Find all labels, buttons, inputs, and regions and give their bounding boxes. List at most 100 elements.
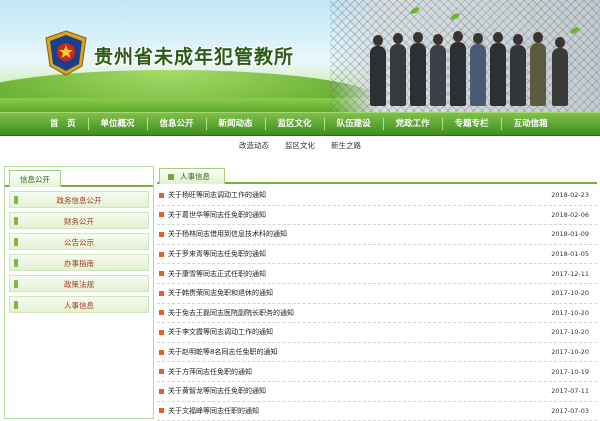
nav-item-info-public[interactable]: 信息公开 bbox=[148, 112, 206, 136]
list-item-title[interactable]: 关于赵明乾等8名同志任免职的通知 bbox=[168, 347, 551, 357]
nav-item-team[interactable]: 队伍建设 bbox=[325, 112, 383, 136]
sub-nav: 改造动态 监区文化 新生之路 bbox=[0, 137, 600, 154]
banner-figure bbox=[430, 34, 446, 106]
list-item-title[interactable]: 关于免去王磊同志医院副院长职务的通知 bbox=[168, 308, 551, 318]
nav-item-news[interactable]: 新闻动态 bbox=[207, 112, 265, 136]
nav-item-culture[interactable]: 监区文化 bbox=[266, 112, 324, 136]
banner-figure bbox=[470, 33, 486, 106]
bullet-icon bbox=[14, 196, 18, 204]
sidebar: 信息公开 政务信息公开 财务公开 公告公示 办事指南 政策法规 人事信息 bbox=[4, 166, 154, 419]
list-item-date: 2017-10-20 bbox=[551, 308, 589, 317]
list-item[interactable]: 关于方萍同志任免职的通知 2017-10-19 bbox=[157, 362, 597, 382]
nav-item-home[interactable]: 首 页 bbox=[38, 112, 88, 136]
list-item[interactable]: 关于李文霞等同志调动工作的通知 2017-10-20 bbox=[157, 323, 597, 343]
sidebar-item-label: 人事信息 bbox=[64, 301, 94, 310]
list-item-title[interactable]: 关于罗来青等同志任免职的通知 bbox=[168, 249, 551, 259]
list-item[interactable]: 关于韩贵荣同志免职和退休的通知 2017-10-20 bbox=[157, 284, 597, 304]
bullet-icon bbox=[14, 217, 18, 225]
sidebar-tab[interactable]: 信息公开 bbox=[9, 170, 61, 187]
list-item-date: 2018-02-06 bbox=[551, 210, 589, 219]
list-item-date: 2017-12-11 bbox=[551, 269, 589, 278]
list-item[interactable]: 关于文福峰等同志任职的通知 2017-07-03 bbox=[157, 402, 597, 421]
bullet-icon bbox=[159, 212, 164, 218]
banner-figure bbox=[390, 33, 406, 106]
list-item-date: 2017-07-11 bbox=[551, 387, 589, 396]
content-panel: 人事信息 关于杨旺等同志调动工作的通知 2018-02-23 关于葛世华等同志任免职… bbox=[157, 166, 597, 421]
sidebar-item-label: 办事指南 bbox=[64, 259, 94, 268]
bullet-icon bbox=[159, 388, 164, 394]
bullet-icon bbox=[159, 271, 164, 277]
bullet-icon bbox=[14, 238, 18, 246]
nav-item-party[interactable]: 党政工作 bbox=[384, 112, 442, 136]
bullet-icon bbox=[159, 369, 164, 375]
list-item-title[interactable]: 关于方萍同志任免职的通知 bbox=[168, 367, 551, 377]
list-item-title[interactable]: 关于韩贵荣同志免职和退休的通知 bbox=[168, 288, 551, 298]
bullet-icon bbox=[159, 251, 164, 257]
bullet-icon bbox=[159, 329, 164, 335]
sidebar-item-label: 公告公示 bbox=[64, 238, 94, 247]
list-item[interactable]: 关于葛世华等同志任免职的通知 2018-02-06 bbox=[157, 206, 597, 226]
subnav-item-reform[interactable]: 改造动态 bbox=[239, 140, 269, 151]
sidebar-item-finance[interactable]: 财务公开 bbox=[9, 212, 149, 229]
list-item-title[interactable]: 关于文福峰等同志任职的通知 bbox=[168, 406, 551, 416]
list-item-date: 2017-10-20 bbox=[551, 289, 589, 298]
bullet-icon bbox=[159, 408, 164, 414]
sidebar-item-policy[interactable]: 政策法规 bbox=[9, 275, 149, 292]
bullet-icon bbox=[159, 310, 164, 316]
sidebar-item-guide[interactable]: 办事指南 bbox=[9, 254, 149, 271]
banner-figure bbox=[530, 32, 546, 106]
banner-figure bbox=[450, 31, 466, 106]
list-item-date: 2017-07-03 bbox=[551, 406, 589, 415]
subnav-item-new-life[interactable]: 新生之路 bbox=[331, 140, 361, 151]
list-item-title[interactable]: 关于葛世华等同志任免职的通知 bbox=[168, 210, 551, 220]
police-emblem-icon bbox=[45, 30, 87, 76]
list-item-date: 2017-10-20 bbox=[551, 328, 589, 337]
list-item-title[interactable]: 关于李文霞等同志调动工作的通知 bbox=[168, 327, 551, 337]
nav-item-about[interactable]: 单位概况 bbox=[89, 112, 147, 136]
sidebar-item-notices[interactable]: 公告公示 bbox=[9, 233, 149, 250]
list-item[interactable]: 关于免去王磊同志医院副院长职务的通知 2017-10-20 bbox=[157, 304, 597, 324]
banner-figure bbox=[490, 32, 506, 106]
banner-figure bbox=[552, 37, 568, 106]
bullet-icon bbox=[159, 192, 164, 198]
list-item[interactable]: 关于杨旺等同志调动工作的通知 2018-02-23 bbox=[157, 186, 597, 206]
bullet-icon bbox=[159, 349, 164, 355]
sidebar-item-label: 政策法规 bbox=[64, 280, 94, 289]
sidebar-item-gov-info[interactable]: 政务信息公开 bbox=[9, 191, 149, 208]
nav-item-mailbox[interactable]: 互动信箱 bbox=[502, 112, 560, 136]
list-item[interactable]: 关于罗来青等同志任免职的通知 2018-01-05 bbox=[157, 245, 597, 265]
list-item[interactable]: 关于康雪等同志正式任职的通知 2017-12-11 bbox=[157, 264, 597, 284]
list-item-date: 2018-02-23 bbox=[551, 191, 589, 200]
list-item-title[interactable]: 关于黄智龙等同志任免职的通知 bbox=[168, 386, 551, 396]
list-item-date: 2017-10-19 bbox=[551, 367, 589, 376]
nav-item-topics[interactable]: 专题专栏 bbox=[443, 112, 501, 136]
bullet-icon bbox=[14, 301, 18, 309]
banner-figure bbox=[510, 34, 526, 106]
tab-marker-icon bbox=[168, 174, 174, 180]
banner-figure bbox=[370, 35, 386, 106]
subnav-item-culture[interactable]: 监区文化 bbox=[285, 140, 315, 151]
list-item[interactable]: 关于杨林同志借用到信息技术科的通知 2018-01-09 bbox=[157, 225, 597, 245]
sidebar-item-personnel[interactable]: 人事信息 bbox=[9, 296, 149, 313]
main-nav: 首 页 单位概况 信息公开 新闻动态 监区文化 队伍建设 党政工作 专题专栏 互… bbox=[0, 112, 600, 136]
sidebar-header: 信息公开 bbox=[5, 167, 153, 187]
list-item-title[interactable]: 关于杨林同志借用到信息技术科的通知 bbox=[168, 229, 551, 239]
header-banner: 贵州省未成年犯管教所 bbox=[0, 0, 600, 112]
list-item-date: 2018-01-05 bbox=[551, 250, 589, 259]
banner-figure bbox=[410, 32, 426, 106]
list-item-title[interactable]: 关于杨旺等同志调动工作的通知 bbox=[168, 190, 551, 200]
sidebar-item-label: 财务公开 bbox=[64, 217, 94, 226]
list-item-title[interactable]: 关于康雪等同志正式任职的通知 bbox=[168, 269, 551, 279]
list-item-date: 2018-01-09 bbox=[551, 230, 589, 239]
bullet-icon bbox=[14, 280, 18, 288]
content-tab[interactable]: 人事信息 bbox=[159, 168, 225, 184]
site-title: 贵州省未成年犯管教所 bbox=[94, 46, 295, 68]
list-item[interactable]: 关于黄智龙等同志任免职的通知 2017-07-11 bbox=[157, 382, 597, 402]
list-item-date: 2017-10-20 bbox=[551, 348, 589, 357]
content-header: 人事信息 bbox=[157, 166, 597, 184]
bullet-icon bbox=[159, 290, 164, 296]
bullet-icon bbox=[159, 231, 164, 237]
list-item[interactable]: 关于赵明乾等8名同志任免职的通知 2017-10-20 bbox=[157, 343, 597, 363]
content-tab-label: 人事信息 bbox=[180, 172, 210, 181]
bullet-icon bbox=[14, 259, 18, 267]
